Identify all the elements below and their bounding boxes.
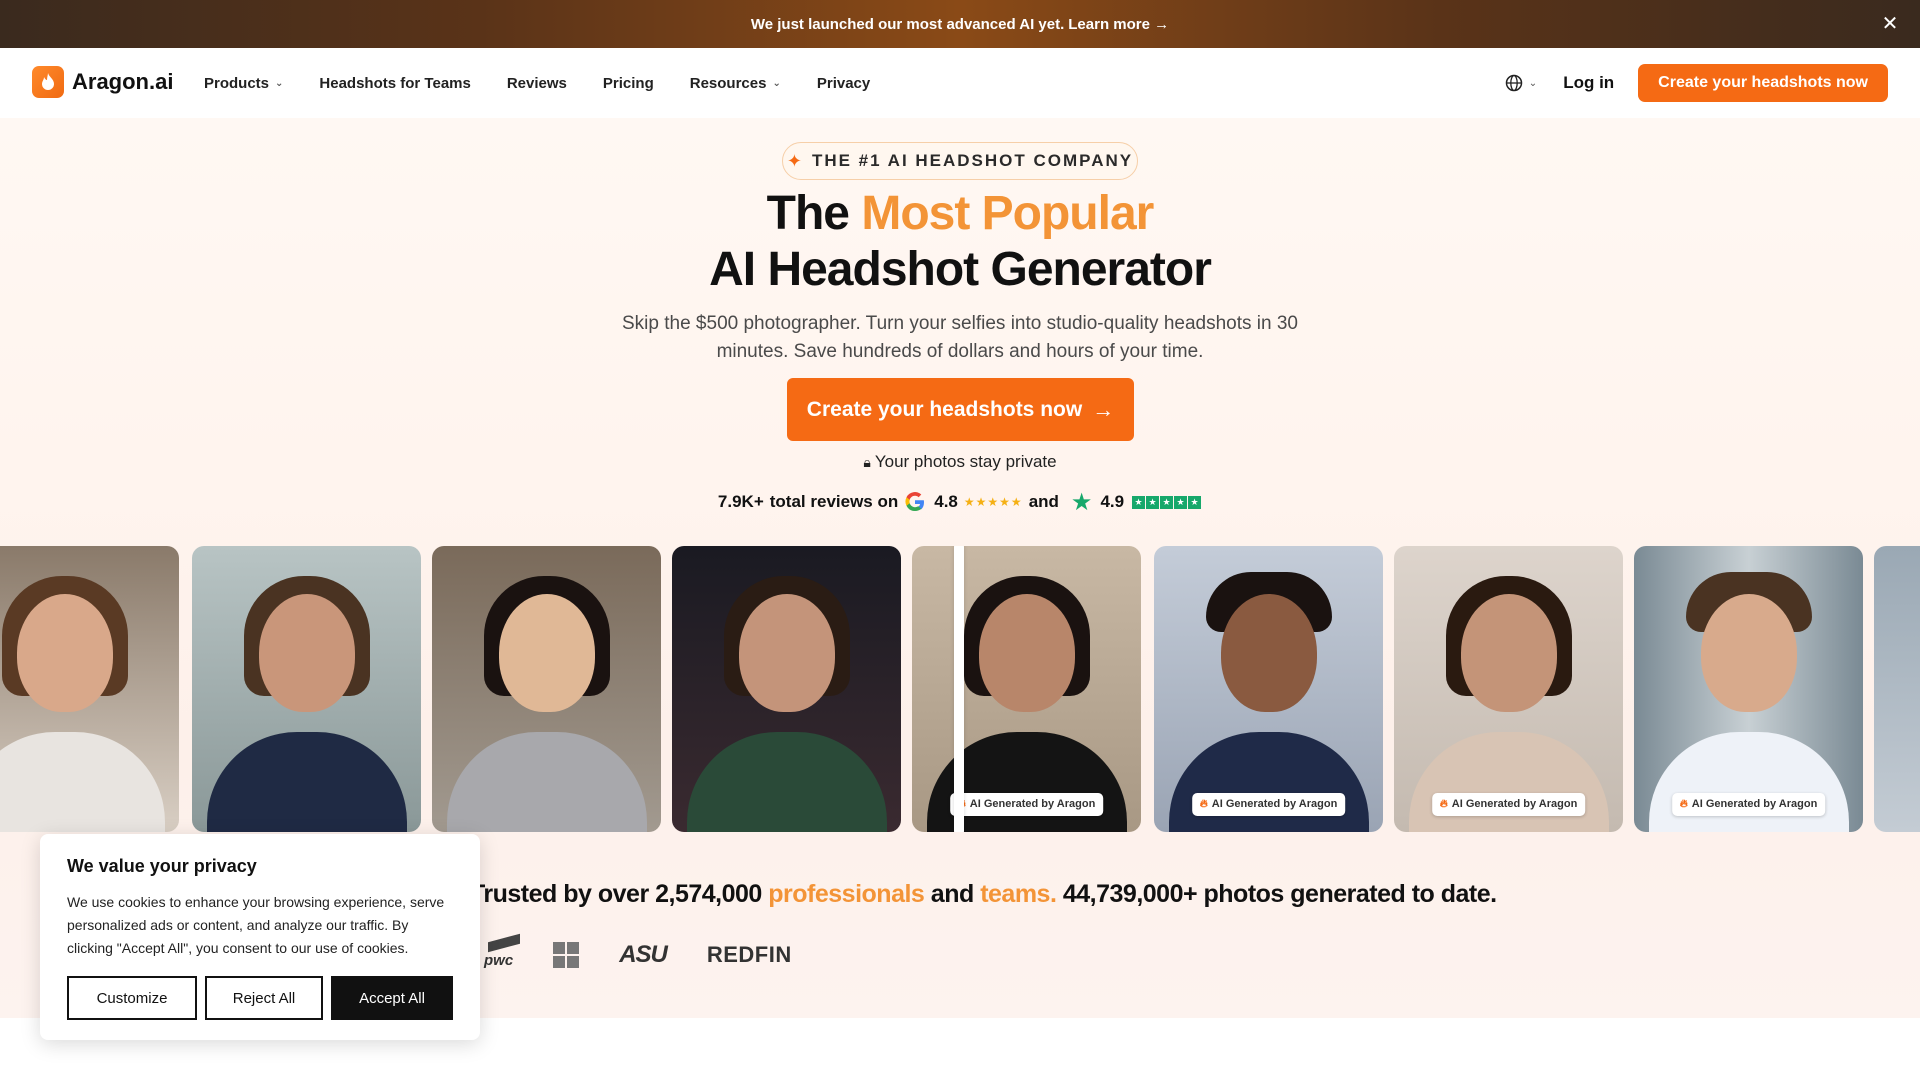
flame-icon: 🔥︎ [1439,798,1448,810]
selfie-photo [432,546,661,832]
ai-label-text: AI Generated by Aragon [969,798,1096,810]
privacy-note: 🔒︎ Your photos stay private [0,452,1920,472]
hero-title-accent: Most Popular [861,187,1154,240]
ai-label-text: AI Generated by Aragon [1451,798,1578,810]
login-link[interactable]: Log in [1563,73,1614,93]
brand-logo[interactable]: Aragon.ai [32,66,173,98]
nav-headshots-for-teams[interactable]: Headshots for Teams [319,75,470,92]
trustpilot-rating: 4.9 [1100,492,1125,511]
nav-reviews-label: Reviews [506,74,567,92]
learn-more-link[interactable]: Learn more → [1068,16,1169,33]
ai-generated-label: 🔥︎AI Generated by Aragon [1191,793,1346,816]
generated-headshot: 🔥︎AI Generated by Aragon [912,546,1141,832]
main-nav: Products ⌄ Headshots for Teams Reviews P… [204,48,906,118]
asu-logo: ASU [619,941,668,968]
selfie-photo [672,546,901,832]
cookie-text: We use cookies to enhance your browsing … [67,894,445,956]
google-stars-icon: ★★★★★ [963,495,1023,509]
trustpilot-stars-icon: ★ ★ ★ ★ ★ [1132,495,1202,509]
cookie-title: We value your privacy [67,856,257,876]
google-rating: 4.8 [934,492,958,511]
chevron-down-icon: ⌄ [275,77,284,89]
nav-reviews[interactable]: Reviews [507,75,567,92]
nav-privacy[interactable]: Privacy [817,75,870,92]
google-icon [905,492,925,512]
cookie-consent-banner: We value your privacy We use cookies to … [40,834,480,1040]
cookie-buttons: Customize Reject All Accept All [67,976,461,1020]
language-selector[interactable]: ⌄ [1505,74,1537,92]
hero-badge-text: THE #1 AI HEADSHOT COMPANY [811,151,1134,170]
nav-teams-label: Headshots for Teams [319,74,471,92]
customize-button[interactable]: Customize [67,976,197,1020]
header-cta-button[interactable]: Create your headshots now [1638,64,1888,102]
trusted-by-text: Trusted by over 2,574,000 professionals … [470,880,1497,909]
announcement-text: We just launched our most advanced AI ye… [750,15,1065,33]
chevron-down-icon: ⌄ [1528,77,1538,89]
announcement-bar: We just launched our most advanced AI ye… [0,0,1920,48]
nav-pricing-label: Pricing [602,74,654,92]
hero-cta-button[interactable]: Create your headshots now → [787,378,1134,441]
nav-products-label: Products [204,74,270,92]
redfin-logo: REDFIN [706,942,792,967]
nav-resources-label: Resources [689,74,767,92]
selfie-photo [192,546,421,832]
hero-cta-label: Create your headshots now [806,397,1083,421]
windows-icon [553,942,580,968]
generated-headshot [1874,546,1920,832]
brand-name: Aragon.ai [72,69,174,94]
nav-privacy-label: Privacy [816,74,871,92]
trustpilot-star-icon: ★ [1070,488,1093,516]
trusted-professionals: professionals [768,880,925,908]
nav-resources[interactable]: Resources ⌄ [690,75,781,92]
trusted-teams: teams. [980,880,1057,908]
privacy-note-text: Your photos stay private [874,452,1057,471]
trusted-part1: Trusted by over 2,574,000 [470,880,769,908]
flame-icon [32,66,64,98]
trusted-part2: 44,739,000+ photos generated to date. [1056,880,1497,908]
ai-generated-label: 🔥︎AI Generated by Aragon [949,793,1104,816]
hero-badge: ✦ THE #1 AI HEADSHOT COMPANY [782,142,1138,180]
site-header: Aragon.ai Products ⌄ Headshots for Teams… [0,48,1920,118]
hero-title-line2: AI Headshot Generator [709,243,1212,296]
reviews-and: and [1028,492,1059,511]
selfie-photo [0,546,179,832]
reviews-summary: 7.9K+ total reviews on 4.8 ★★★★★ and ★ 4… [0,488,1920,516]
flame-icon: 🔥︎ [1679,798,1688,810]
nav-pricing[interactable]: Pricing [603,75,654,92]
ai-label-text: AI Generated by Aragon [1691,798,1818,810]
reject-all-button[interactable]: Reject All [205,976,323,1020]
flame-icon: 🔥︎ [1199,798,1208,810]
globe-icon [1505,74,1523,92]
hero-title-part1: The [766,187,862,240]
generated-headshot: 🔥︎AI Generated by Aragon [1154,546,1383,832]
client-logos: pwc ASU REDFIN [484,933,832,972]
hero-title: The Most Popular AI Headshot Generator [0,186,1920,298]
pwc-logo: pwc [484,933,520,969]
header-actions: ⌄ Log in Create your headshots now [1505,48,1888,118]
lock-icon: 🔒︎ [863,453,871,470]
hero-subtitle: Skip the $500 photographer. Turn your se… [622,313,1298,362]
generated-headshot: 🔥︎AI Generated by Aragon [1394,546,1623,832]
arrow-right-icon: → [1092,396,1115,422]
pwc-logo-text: pwc [484,951,514,969]
accept-all-button[interactable]: Accept All [331,976,453,1020]
nav-products[interactable]: Products ⌄ [204,75,283,92]
chevron-down-icon: ⌄ [772,77,781,89]
ai-label-text: AI Generated by Aragon [1211,798,1338,810]
ai-generated-label: 🔥︎AI Generated by Aragon [1671,793,1826,816]
ai-generated-label: 🔥︎AI Generated by Aragon [1431,793,1586,816]
before-after-divider[interactable] [954,546,964,832]
reviews-text: total reviews on [769,492,899,511]
trusted-and: and [924,880,981,908]
reviews-count: 7.9K+ [717,492,764,511]
headshot-carousel[interactable]: 🔥︎AI Generated by Aragon 🔥︎AI Generated … [0,546,1920,832]
close-icon[interactable]: ✕ [1878,12,1902,36]
generated-headshot: 🔥︎AI Generated by Aragon [1634,546,1863,832]
sparkle-icon: ✦ [786,150,804,171]
